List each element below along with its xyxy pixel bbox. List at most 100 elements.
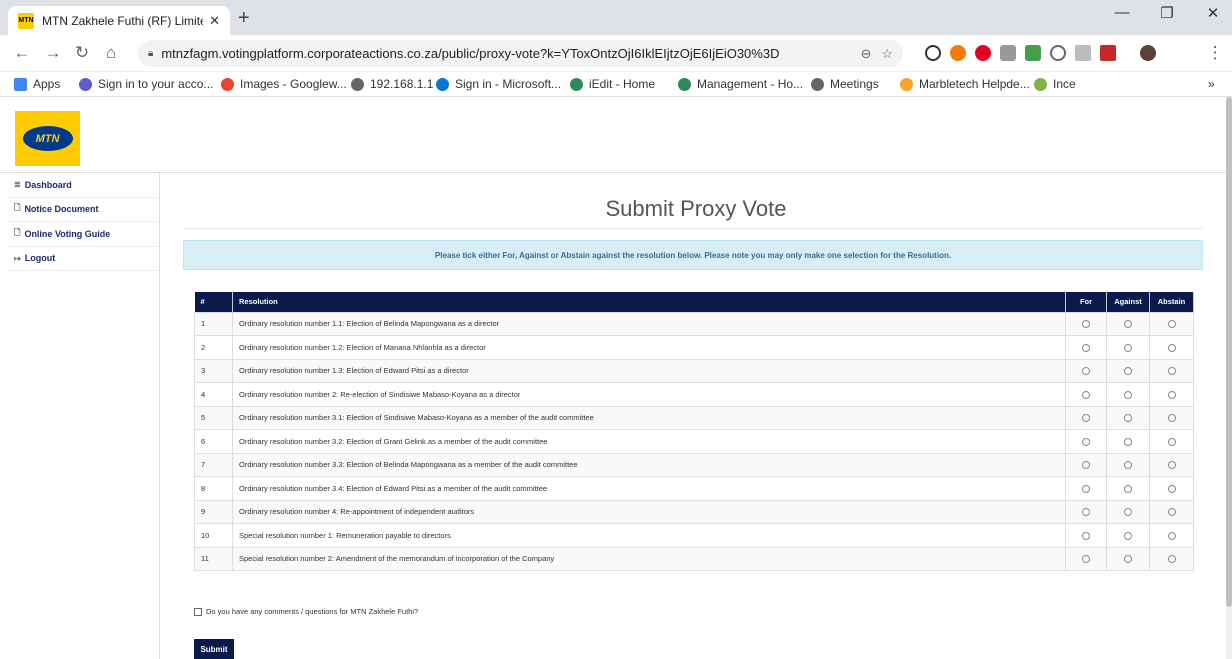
bookmark-microsoft[interactable]: Sign in - Microsoft... [436, 77, 561, 91]
vote-abstain-radio[interactable] [1167, 484, 1176, 493]
vote-for-radio[interactable] [1082, 437, 1090, 446]
vote-for-radio[interactable] [1082, 508, 1090, 517]
bookmark-meetings[interactable]: Meetings [811, 77, 879, 91]
extension-icon[interactable] [1075, 45, 1091, 61]
sidebar-item-logout[interactable]: ↦ Logout [6, 247, 159, 271]
bookmarks-overflow-icon[interactable]: » [1208, 77, 1215, 91]
vote-against-radio[interactable] [1124, 484, 1132, 493]
table-row: 11 Special resolution number 2: Amendment… [194, 546, 1194, 571]
vote-cell-abstain [1149, 452, 1194, 477]
vote-for-radio[interactable] [1082, 484, 1090, 493]
vote-against-radio[interactable] [1124, 437, 1132, 446]
bookmark-teams[interactable]: Sign in to your acco... [79, 77, 213, 91]
vote-for-radio[interactable] [1082, 531, 1090, 540]
vote-against-radio[interactable] [1124, 320, 1132, 329]
vote-abstain-radio[interactable] [1167, 414, 1176, 423]
sidebar-item-dashboard[interactable]: ≣ Dashboard [6, 173, 159, 198]
vote-for-radio[interactable] [1082, 320, 1090, 329]
comments-toggle[interactable]: Do you have any comments / questions for… [194, 607, 418, 616]
zoom-icon[interactable]: ⊖ [860, 46, 871, 62]
page-scrollbar[interactable] [1226, 97, 1232, 659]
vote-for-radio[interactable] [1082, 461, 1090, 470]
vote-for-radio[interactable] [1082, 343, 1090, 352]
vote-against-radio[interactable] [1124, 343, 1132, 352]
vote-abstain-radio[interactable] [1167, 555, 1176, 564]
bookmark-label: Meetings [830, 77, 879, 91]
globe-icon [811, 77, 824, 91]
bookmark-star-icon[interactable]: ☆ [881, 46, 893, 62]
submit-button[interactable]: Submit [194, 639, 234, 659]
resolution-text: Special resolution number 2: Amendment o… [232, 546, 1066, 571]
bookmark-marbletech[interactable]: Marbletech Helpde... [900, 77, 1030, 91]
checkmark-icon [1034, 77, 1047, 91]
extension-icon[interactable] [950, 45, 966, 61]
reload-icon[interactable]: ↻ [72, 43, 92, 63]
sidebar-item-label: Dashboard [24, 179, 72, 190]
menu-kebab-icon[interactable]: ⋮ [1205, 43, 1225, 63]
bookmark-google-images[interactable]: Images - Googlew... [221, 77, 347, 91]
vote-against-radio[interactable] [1124, 508, 1132, 517]
bookmark-apps[interactable]: Apps [14, 77, 60, 91]
close-tab-icon[interactable]: ✕ [209, 13, 220, 29]
back-icon[interactable]: ← [12, 43, 32, 63]
profile-avatar-icon[interactable] [1140, 45, 1156, 61]
browser-tab[interactable]: MTN MTN Zakhele Futhi (RF) Limited - ✕ [8, 6, 230, 35]
mtn-logo[interactable]: MTN [15, 111, 80, 166]
vote-against-radio[interactable] [1124, 390, 1132, 399]
table-row: 5 Ordinary resolution number 3.1: Electio… [194, 405, 1194, 430]
comments-checkbox[interactable] [194, 607, 202, 616]
extension-icon[interactable] [1025, 45, 1041, 61]
vote-abstain-radio[interactable] [1167, 531, 1176, 540]
extension-icon[interactable] [1000, 45, 1016, 61]
address-bar[interactable]: 🔒︎ mtnzfagm.votingplatform.corporateacti… [138, 40, 903, 67]
forward-icon[interactable]: → [43, 43, 63, 63]
restore-icon[interactable]: ❐ [1152, 4, 1182, 22]
resolutions-table: # Resolution For Against Abstain 1 Ordina… [194, 292, 1194, 571]
vote-against-radio[interactable] [1124, 531, 1132, 540]
scrollbar-thumb[interactable] [1226, 97, 1232, 607]
vote-cell-against [1106, 546, 1150, 571]
home-icon[interactable]: ⌂ [101, 43, 121, 63]
vote-abstain-radio[interactable] [1167, 390, 1176, 399]
bookmark-ince[interactable]: Ince [1034, 77, 1076, 91]
resolution-text: Ordinary resolution number 2: Re-electio… [232, 382, 1066, 407]
close-window-icon[interactable]: ✕ [1198, 4, 1228, 22]
resolution-number: 4 [194, 382, 233, 407]
extension-icon[interactable] [925, 45, 941, 61]
column-header-resolution: Resolution [232, 292, 1066, 312]
bookmark-label: Sign in - Microsoft... [455, 77, 562, 91]
resolution-number: 1 [194, 311, 233, 336]
resolution-number: 3 [194, 358, 233, 383]
new-tab-icon[interactable]: + [238, 7, 250, 30]
vote-abstain-radio[interactable] [1167, 367, 1176, 376]
vote-cell-for [1065, 546, 1107, 571]
bookmark-router[interactable]: 192.168.1.1 [351, 77, 433, 91]
vote-for-radio[interactable] [1082, 414, 1090, 423]
pinterest-icon[interactable] [975, 45, 991, 61]
extension-icon[interactable] [1050, 45, 1066, 61]
bookmark-management[interactable]: Management - Ho... [678, 77, 803, 91]
sidebar-item-online-voting-guide[interactable]: 🗋 Online Voting Guide [6, 222, 159, 247]
vote-for-radio[interactable] [1082, 390, 1090, 399]
pdf-extension-icon[interactable] [1100, 45, 1116, 61]
vote-against-radio[interactable] [1124, 555, 1132, 564]
vote-against-radio[interactable] [1124, 414, 1132, 423]
vote-against-radio[interactable] [1124, 461, 1132, 470]
vote-cell-against [1106, 358, 1150, 383]
vote-for-radio[interactable] [1082, 555, 1090, 564]
vote-abstain-radio[interactable] [1167, 508, 1176, 517]
vote-abstain-radio[interactable] [1167, 343, 1176, 352]
vote-cell-against [1106, 523, 1150, 548]
vote-against-radio[interactable] [1124, 367, 1132, 376]
vote-cell-for [1065, 335, 1107, 360]
vote-abstain-radio[interactable] [1167, 437, 1176, 446]
vote-for-radio[interactable] [1082, 367, 1090, 376]
bookmark-iedit[interactable]: iEdit - Home [570, 77, 655, 91]
title-divider [183, 228, 1203, 229]
vote-cell-for [1065, 358, 1107, 383]
vote-abstain-radio[interactable] [1167, 320, 1176, 329]
resolution-text: Ordinary resolution number 4: Re-appoint… [232, 499, 1066, 524]
vote-abstain-radio[interactable] [1167, 461, 1176, 470]
minimize-icon[interactable]: — [1107, 4, 1137, 21]
sidebar-item-notice-document[interactable]: 🗋 Notice Document [6, 198, 159, 222]
